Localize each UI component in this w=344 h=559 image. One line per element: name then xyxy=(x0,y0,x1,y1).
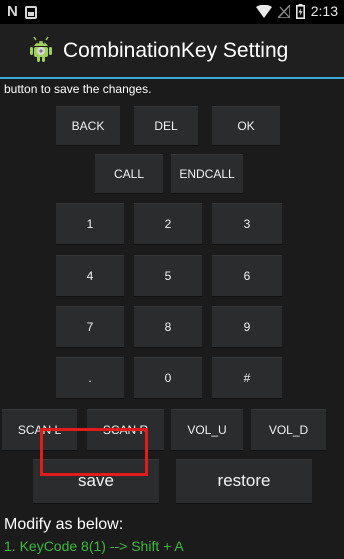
modify-label: Modify as below: xyxy=(4,516,124,533)
key-5[interactable]: 5 xyxy=(134,255,202,297)
key-9[interactable]: 9 xyxy=(212,306,282,348)
mapping-item: 1. KeyCode 8(1) --> Shift + A xyxy=(4,538,184,554)
wifi-icon xyxy=(255,4,272,18)
save-button[interactable]: save xyxy=(33,459,159,504)
status-bar: N 2:13 xyxy=(0,0,344,24)
key-call[interactable]: CALL xyxy=(95,154,163,194)
status-right: 2:13 xyxy=(255,3,338,19)
key-dot[interactable]: . xyxy=(56,357,124,399)
key-2[interactable]: 2 xyxy=(134,203,202,245)
key-7[interactable]: 7 xyxy=(56,306,124,348)
key-scan-l[interactable]: SCAN L xyxy=(2,409,77,451)
key-6[interactable]: 6 xyxy=(212,255,282,297)
key-ok[interactable]: OK xyxy=(212,106,280,146)
key-hash[interactable]: # xyxy=(212,357,282,399)
image-notification-icon xyxy=(24,5,37,19)
key-del[interactable]: DEL xyxy=(134,106,198,146)
key-vol-u[interactable]: VOL_U xyxy=(171,409,243,451)
key-1[interactable]: 1 xyxy=(56,203,124,245)
no-signal-icon xyxy=(277,4,290,18)
key-scan-r[interactable]: SCAN R xyxy=(87,409,164,451)
key-4[interactable]: 4 xyxy=(56,255,124,297)
status-left: N xyxy=(7,4,37,20)
info-text: button to save the changes. xyxy=(4,82,152,96)
clock: 2:13 xyxy=(310,3,338,19)
key-8[interactable]: 8 xyxy=(134,306,202,348)
key-back[interactable]: BACK xyxy=(56,106,120,146)
key-vol-d[interactable]: VOL_D xyxy=(251,409,326,451)
n-notification-icon: N xyxy=(7,3,18,20)
content-area[interactable]: button to save the changes. BACK DEL OK … xyxy=(0,79,344,559)
key-endcall[interactable]: ENDCALL xyxy=(171,154,243,194)
android-icon xyxy=(30,36,52,62)
battery-icon xyxy=(295,3,305,19)
page-title: CombinationKey Setting xyxy=(63,39,289,62)
action-bar: CombinationKey Setting xyxy=(0,24,344,79)
key-0[interactable]: 0 xyxy=(134,357,202,399)
key-3[interactable]: 3 xyxy=(212,203,282,245)
restore-button[interactable]: restore xyxy=(176,459,312,504)
